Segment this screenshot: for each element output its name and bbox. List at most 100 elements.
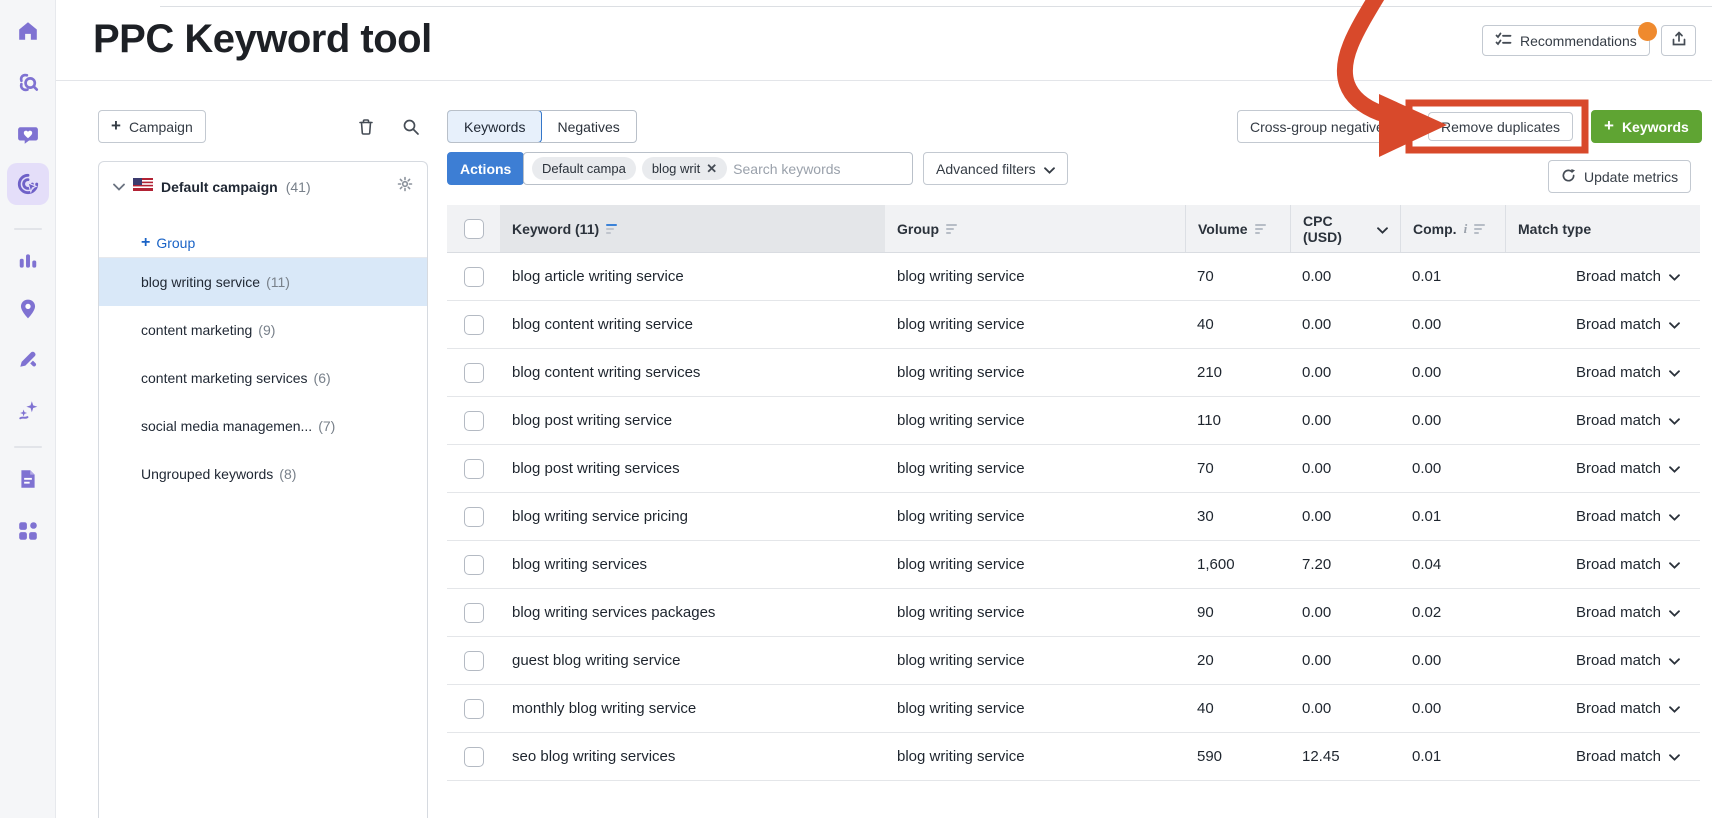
keyword-cell[interactable]: blog writing services: [500, 541, 885, 588]
group-cell[interactable]: blog writing service: [885, 445, 1185, 492]
group-cell[interactable]: blog writing service: [885, 349, 1185, 396]
table-row: blog post writing service blog writing se…: [447, 397, 1700, 445]
match-type-dropdown[interactable]: Broad match: [1505, 445, 1700, 492]
match-type-dropdown[interactable]: Broad match: [1505, 253, 1700, 300]
group-cell[interactable]: blog writing service: [885, 685, 1185, 732]
row-checkbox[interactable]: [463, 410, 484, 431]
keyword-research-icon[interactable]: [7, 62, 49, 104]
match-type-dropdown[interactable]: Broad match: [1505, 685, 1700, 732]
row-checkbox[interactable]: [463, 554, 484, 575]
advanced-filters-dropdown[interactable]: Advanced filters: [923, 152, 1068, 185]
sidebar-item-ppc-keyword-tool[interactable]: [7, 163, 49, 205]
row-checkbox[interactable]: [463, 602, 484, 623]
group-cell[interactable]: blog writing service: [885, 493, 1185, 540]
group-item[interactable]: social media managemen... (7): [99, 402, 427, 450]
search-keywords-input[interactable]: Default campa blog writ ✕ Search keyword…: [523, 152, 913, 185]
keyword-cell[interactable]: blog writing services packages: [500, 589, 885, 636]
row-checkbox[interactable]: [463, 506, 484, 527]
keyword-cell[interactable]: blog content writing services: [500, 349, 885, 396]
match-type-dropdown[interactable]: Broad match: [1505, 541, 1700, 588]
group-cell[interactable]: blog writing service: [885, 397, 1185, 444]
analytics-icon[interactable]: [7, 240, 49, 282]
ppc-keyword-tool-app: PPC Keyword tool Recommendations + Campa…: [0, 0, 1712, 818]
pencil-icon[interactable]: [7, 338, 49, 380]
location-pin-icon[interactable]: [7, 288, 49, 330]
table-row: seo blog writing services blog writing se…: [447, 733, 1700, 781]
match-type-dropdown[interactable]: Broad match: [1505, 637, 1700, 684]
keyword-cell[interactable]: blog article writing service: [500, 253, 885, 300]
group-item[interactable]: content marketing (9): [99, 306, 427, 354]
tab-keywords[interactable]: Keywords: [447, 111, 543, 142]
volume-cell: 30: [1197, 508, 1214, 525]
remove-chip-icon[interactable]: ✕: [706, 161, 717, 177]
match-type-dropdown[interactable]: Broad match: [1505, 397, 1700, 444]
group-item[interactable]: blog writing service (11): [99, 258, 427, 306]
match-type-dropdown[interactable]: Broad match: [1505, 493, 1700, 540]
refresh-icon: [1561, 168, 1576, 186]
keyword-cell[interactable]: guest blog writing service: [500, 637, 885, 684]
delete-campaign-icon[interactable]: [355, 116, 377, 138]
filter-chip-campaign[interactable]: Default campa: [532, 157, 636, 180]
volume-cell: 1,600: [1197, 556, 1235, 573]
apps-grid-icon[interactable]: [7, 510, 49, 552]
campaign-row[interactable]: Default campaign (41): [99, 162, 427, 211]
keyword-cell[interactable]: blog post writing service: [500, 397, 885, 444]
keyword-cell[interactable]: blog writing service pricing: [500, 493, 885, 540]
recommendations-button[interactable]: Recommendations: [1482, 25, 1650, 56]
column-header-comp[interactable]: Comp. i: [1400, 205, 1505, 252]
tab-negatives[interactable]: Negatives: [541, 111, 635, 142]
reports-icon[interactable]: [7, 458, 49, 500]
keyword-cell[interactable]: monthly blog writing service: [500, 685, 885, 732]
chevron-down-icon: [1669, 316, 1680, 333]
group-cell[interactable]: blog writing service: [885, 541, 1185, 588]
group-cell[interactable]: blog writing service: [885, 253, 1185, 300]
filter-chip-keyword[interactable]: blog writ ✕: [641, 157, 728, 180]
keyword-cell[interactable]: blog post writing services: [500, 445, 885, 492]
match-type-dropdown[interactable]: Broad match: [1505, 589, 1700, 636]
row-checkbox[interactable]: [463, 458, 484, 479]
ai-sparkles-icon[interactable]: [7, 389, 49, 431]
gear-icon[interactable]: [397, 176, 413, 197]
column-header-keyword[interactable]: Keyword (11): [500, 205, 885, 252]
column-header-group[interactable]: Group: [885, 205, 1185, 252]
row-checkbox[interactable]: [463, 266, 484, 287]
group-cell[interactable]: blog writing service: [885, 301, 1185, 348]
select-all-checkbox[interactable]: [463, 218, 484, 239]
table-row: blog content writing services blog writin…: [447, 349, 1700, 397]
add-campaign-button[interactable]: + Campaign: [98, 110, 206, 143]
update-metrics-button[interactable]: Update metrics: [1548, 160, 1692, 193]
group-cell[interactable]: blog writing service: [885, 637, 1185, 684]
column-header-volume[interactable]: Volume: [1185, 205, 1290, 252]
add-keywords-button[interactable]: + Keywords: [1591, 110, 1702, 143]
row-checkbox[interactable]: [463, 650, 484, 671]
group-count: (8): [279, 466, 297, 482]
remove-duplicates-button[interactable]: Remove duplicates: [1428, 112, 1574, 141]
group-item[interactable]: Ungrouped keywords (8): [99, 450, 427, 498]
group-cell[interactable]: blog writing service: [885, 589, 1185, 636]
row-checkbox[interactable]: [463, 314, 484, 335]
row-checkbox[interactable]: [463, 746, 484, 767]
column-header-cpc[interactable]: CPC (USD): [1290, 205, 1400, 252]
table-row: blog writing services packages blog writi…: [447, 589, 1700, 637]
match-type-dropdown[interactable]: Broad match: [1505, 349, 1700, 396]
keyword-cell[interactable]: seo blog writing services: [500, 733, 885, 780]
home-icon[interactable]: [7, 10, 49, 52]
add-group-button[interactable]: + Group: [141, 234, 195, 252]
match-type-dropdown[interactable]: Broad match: [1505, 733, 1700, 780]
row-checkbox[interactable]: [463, 698, 484, 719]
keyword-cell[interactable]: blog content writing service: [500, 301, 885, 348]
table-row: blog writing services blog writing servic…: [447, 541, 1700, 589]
cross-group-negatives-button[interactable]: Cross-group negatives: [1237, 110, 1412, 143]
chevron-down-icon: [1377, 221, 1388, 237]
group-name: social media managemen...: [141, 418, 313, 434]
group-item[interactable]: content marketing services (6): [99, 354, 427, 402]
comp-cell: 0.00: [1412, 364, 1442, 381]
export-button[interactable]: [1661, 25, 1696, 56]
group-count: (9): [258, 322, 276, 338]
search-campaigns-icon[interactable]: [400, 116, 422, 138]
social-media-icon[interactable]: [7, 114, 49, 156]
row-checkbox[interactable]: [463, 362, 484, 383]
actions-button[interactable]: Actions: [447, 152, 525, 185]
group-cell[interactable]: blog writing service: [885, 733, 1185, 780]
match-type-dropdown[interactable]: Broad match: [1505, 301, 1700, 348]
